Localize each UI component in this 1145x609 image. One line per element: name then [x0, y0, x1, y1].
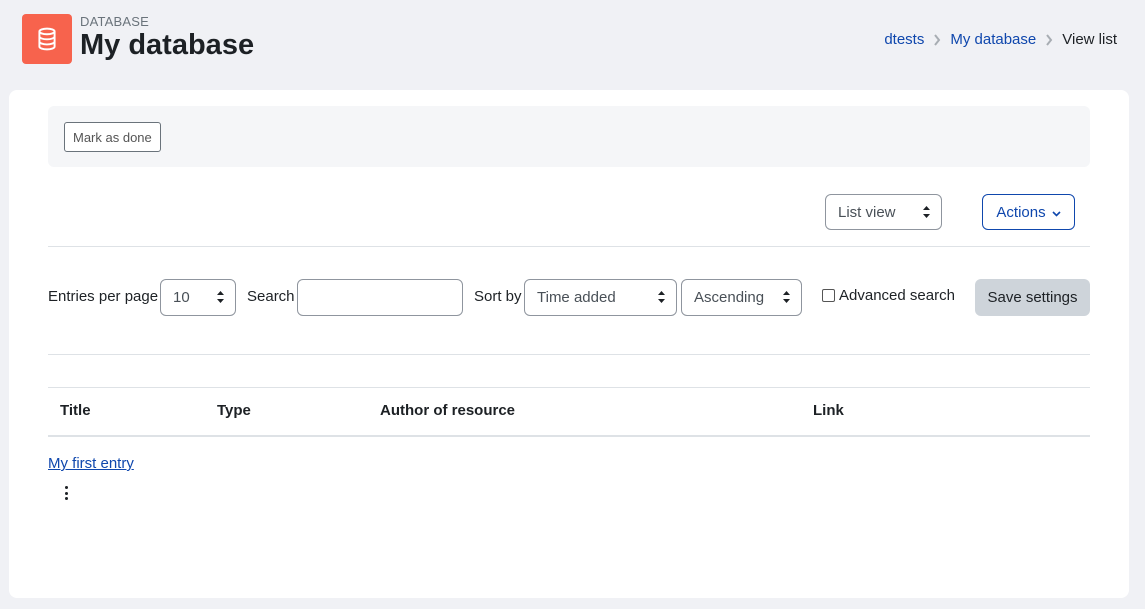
page-header: DATABASE My database dtests My database …	[0, 0, 1145, 90]
column-header-type: Type	[217, 402, 251, 419]
breadcrumb-item-dtests[interactable]: dtests	[884, 31, 924, 48]
search-label: Search	[247, 288, 295, 305]
select-arrows-icon	[216, 290, 225, 304]
table-header-border	[48, 435, 1090, 437]
activity-completion: Mark as done	[48, 106, 1090, 167]
advanced-search-label: Advanced search	[839, 287, 955, 304]
sort-field-value: Time added	[537, 289, 616, 306]
chevron-right-icon	[1045, 33, 1053, 46]
sort-order-select[interactable]: Ascending	[681, 279, 802, 316]
entries-per-page-label: Entries per page	[48, 288, 159, 305]
breadcrumb: dtests My database View list	[884, 31, 1117, 48]
select-arrows-icon	[782, 290, 791, 304]
divider	[48, 354, 1090, 355]
divider	[48, 246, 1090, 247]
main-content: Mark as done List view Actions Entries p…	[9, 90, 1129, 598]
column-header-link: Link	[813, 402, 844, 419]
column-header-author: Author of resource	[380, 402, 516, 419]
actions-button[interactable]: Actions	[982, 194, 1075, 230]
kebab-menu-icon[interactable]	[62, 485, 70, 501]
mark-as-done-button[interactable]: Mark as done	[64, 122, 161, 152]
entries-per-page-value: 10	[173, 289, 190, 306]
sort-by-label: Sort by	[474, 288, 522, 305]
sort-field-select[interactable]: Time added	[524, 279, 677, 316]
save-settings-button[interactable]: Save settings	[975, 279, 1090, 316]
page-title: My database	[80, 29, 255, 61]
entries-per-page-select[interactable]: 10	[160, 279, 236, 316]
module-type-label: DATABASE	[80, 14, 150, 29]
select-arrows-icon	[922, 205, 931, 219]
chevron-right-icon	[933, 33, 941, 46]
view-select-value: List view	[838, 203, 896, 221]
actions-button-label: Actions	[996, 203, 1046, 221]
breadcrumb-current: View list	[1062, 31, 1117, 48]
entry-link[interactable]: My first entry	[48, 455, 134, 472]
search-input[interactable]	[297, 279, 463, 316]
view-select[interactable]: List view	[825, 194, 942, 230]
table-top-border	[48, 387, 1090, 388]
breadcrumb-item-my-database[interactable]: My database	[950, 31, 1036, 48]
sort-order-value: Ascending	[694, 289, 765, 306]
database-icon	[22, 14, 72, 64]
select-arrows-icon	[657, 290, 666, 304]
advanced-search-checkbox[interactable]	[822, 289, 835, 302]
advanced-search-toggle[interactable]: Advanced search	[822, 287, 955, 304]
chevron-down-icon	[1052, 204, 1061, 221]
column-header-title: Title	[60, 402, 91, 419]
